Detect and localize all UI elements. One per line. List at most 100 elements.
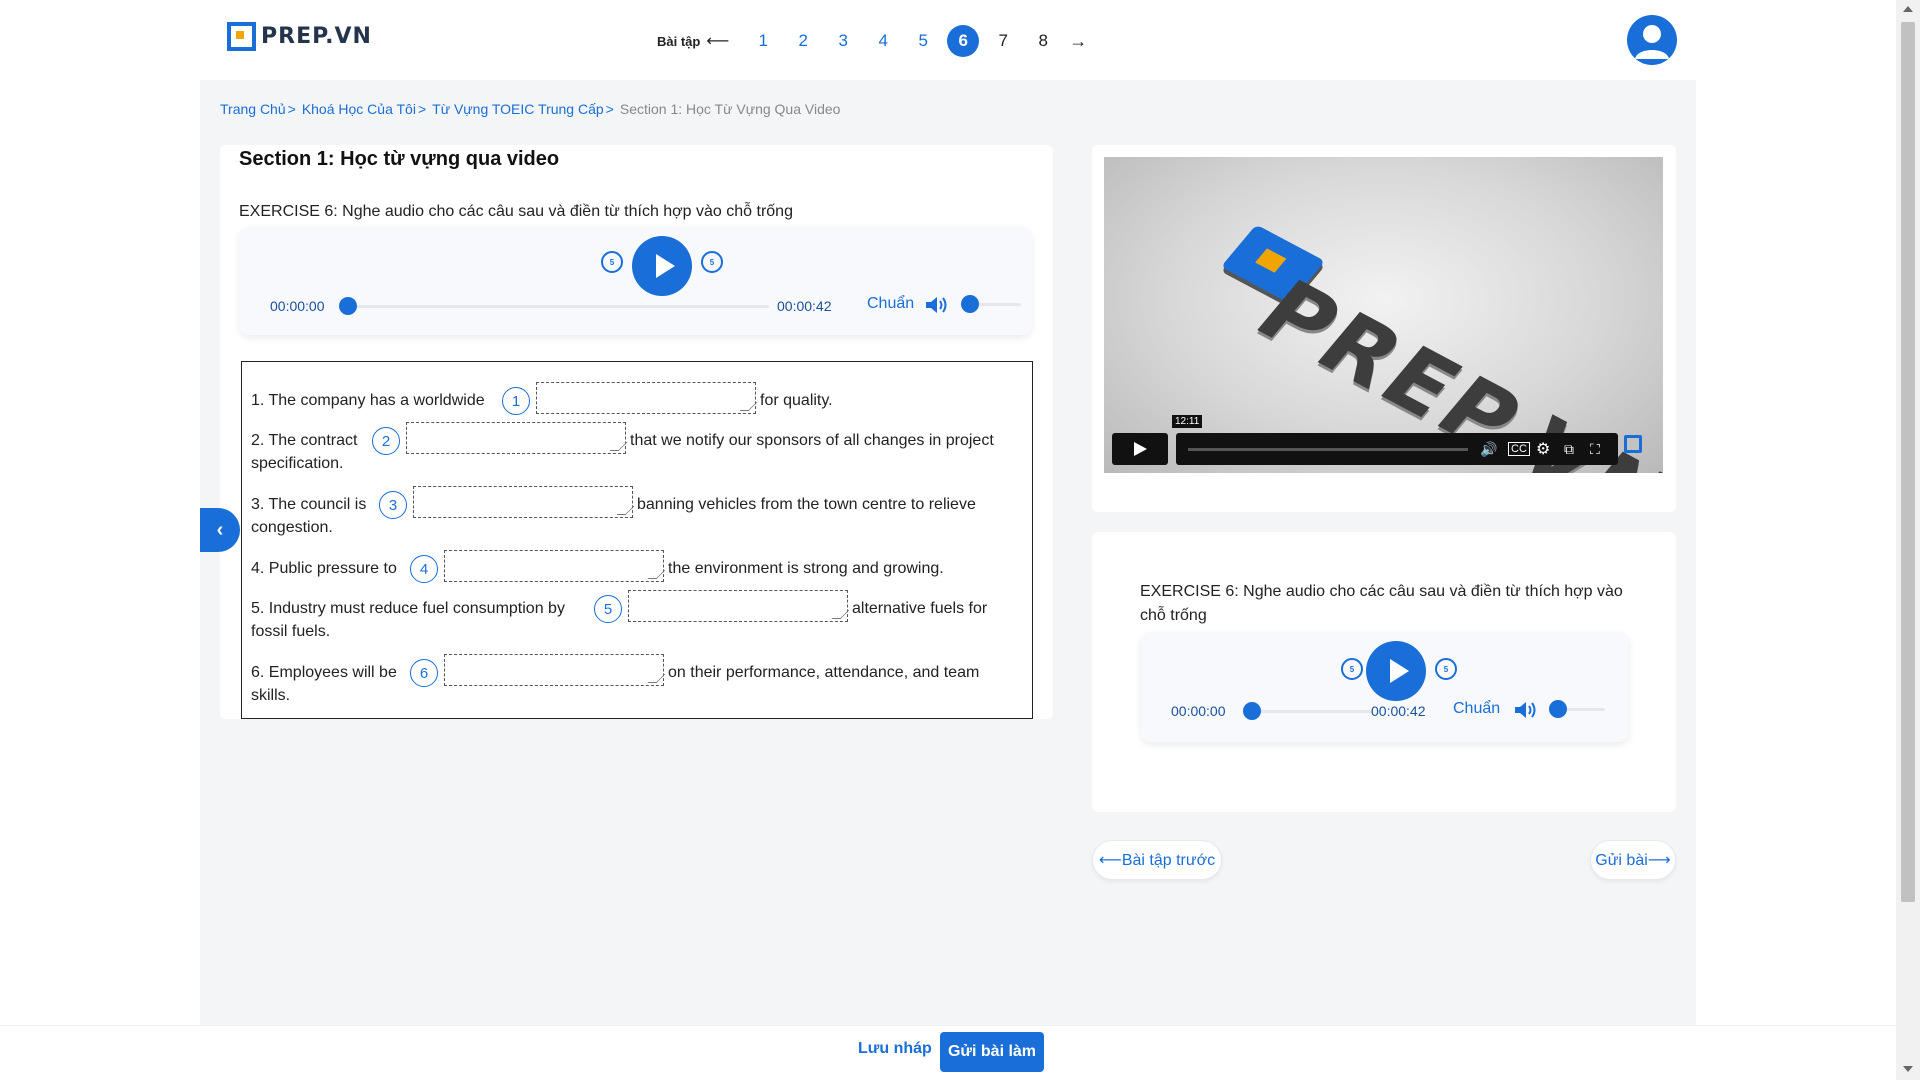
forward-5-icon[interactable]: 5 (701, 251, 723, 273)
audio-player: 5 5 00:00:00 00:00:42 Chuẩn (239, 227, 1032, 335)
breadcrumb-separator: > (287, 101, 296, 117)
right-audio-current-time: 00:00:00 (1171, 703, 1226, 719)
volume-thumb[interactable] (961, 295, 979, 313)
exercise-number-4[interactable]: 4 (867, 25, 899, 57)
right-exercise-card: EXERCISE 6: Nghe audio cho các câu sau v… (1092, 532, 1676, 812)
answer-input-4[interactable] (444, 550, 664, 582)
exercise-prev-arrow-icon[interactable]: ⟵ (706, 31, 729, 51)
audio-progress-thumb[interactable] (339, 297, 357, 315)
video-timestamp: 12:11 (1172, 415, 1203, 428)
audio-current-time: 00:00:00 (270, 298, 325, 314)
question-5-number: 5 (594, 595, 622, 623)
question-5-after: alternative fuels for (852, 600, 988, 617)
exercise-number-1[interactable]: 1 (747, 25, 779, 57)
playback-speed[interactable]: Chuẩn (867, 295, 914, 313)
right-volume-thumb[interactable] (1549, 700, 1567, 718)
breadcrumb-my-courses[interactable]: Khoá Học Của Tôi (302, 101, 416, 117)
question-4-after: the environment is strong and growing. (668, 560, 944, 577)
question-1-text: 1. The company has a worldwide (251, 392, 485, 409)
user-avatar[interactable] (1627, 15, 1677, 65)
question-2-continuation: specification. (251, 455, 344, 472)
save-draft-button[interactable]: Lưu nháp (858, 1040, 932, 1058)
video-watermark-icon (1624, 435, 1642, 453)
right-audio-progress-thumb[interactable] (1243, 702, 1261, 720)
scroll-down-icon[interactable] (1903, 1066, 1913, 1072)
right-exercise-instruction: EXERCISE 6: Nghe audio cho các câu sau v… (1140, 583, 1623, 624)
audio-progress-track[interactable] (339, 297, 769, 315)
scroll-up-icon[interactable] (1903, 6, 1913, 12)
rewind-5-icon[interactable]: 5 (601, 251, 623, 273)
video-volume-icon[interactable]: 🔊 (1480, 441, 1497, 458)
right-playback-speed[interactable]: Chuẩn (1453, 700, 1500, 718)
breadcrumb-current: Section 1: Học Từ Vựng Qua Video (619, 101, 841, 117)
user-icon (1635, 25, 1669, 59)
exercise-number-2[interactable]: 2 (787, 25, 819, 57)
scroll-thumb[interactable] (1901, 22, 1915, 902)
question-3-after: banning vehicles from the town centre to… (637, 496, 976, 513)
exercise-number-7[interactable]: 7 (987, 25, 1019, 57)
question-3-number: 3 (379, 491, 407, 519)
video-player[interactable]: PREP.VN 12:11 🔊 CC ⚙ ⧉ ⛶ (1104, 157, 1663, 473)
question-5-text: 5. Industry must reduce fuel consumption… (251, 600, 565, 617)
submit-exercise-button[interactable]: Gửi bài⟶ (1590, 840, 1676, 880)
question-1-number: 1 (502, 387, 530, 415)
question-2-after: that we notify our sponsors of all chang… (630, 432, 994, 449)
exercise-next-arrow-icon[interactable]: → (1069, 31, 1087, 52)
audio-play-button[interactable] (632, 236, 692, 296)
right-audio-progress-track[interactable] (1243, 702, 1373, 720)
question-6-text: 6. Employees will be (251, 664, 397, 681)
answer-input-5[interactable] (628, 590, 848, 622)
exercise-number-5[interactable]: 5 (907, 25, 939, 57)
exercise-number-8[interactable]: 8 (1027, 25, 1059, 57)
question-3-text: 3. The council is (251, 496, 367, 513)
fullscreen-icon[interactable]: ⛶ (1590, 441, 1600, 458)
volume-icon[interactable] (924, 295, 948, 315)
answer-input-1[interactable] (536, 382, 756, 414)
right-volume-slider[interactable] (1549, 700, 1605, 718)
breadcrumb-separator: > (605, 101, 614, 117)
settings-icon[interactable]: ⚙ (1536, 439, 1550, 459)
previous-exercise-button[interactable]: ⟵Bài tập trước (1092, 840, 1222, 880)
right-audio-duration: 00:00:42 (1371, 703, 1426, 719)
breadcrumb-home[interactable]: Trang Chủ (220, 101, 286, 117)
section-title: Section 1: Học từ vựng qua video (239, 148, 560, 170)
breadcrumb-course[interactable]: Từ Vựng TOEIC Trung Cấp (432, 101, 604, 117)
prep-logo-icon (227, 22, 256, 51)
rewind-5-icon[interactable]: 5 (1341, 658, 1363, 680)
answer-input-2[interactable] (406, 422, 626, 454)
answer-input-6[interactable] (444, 654, 664, 686)
right-audio-player: 5 5 00:00:00 00:00:42 Chuẩn (1141, 632, 1629, 742)
question-1-after: for quality. (760, 392, 833, 409)
exercise-number-6[interactable]: 6 (947, 25, 980, 57)
brand-logo[interactable]: PREP.VN (227, 22, 372, 51)
question-5-continuation: fossil fuels. (251, 623, 331, 640)
top-header: PREP.VN Bài tập ⟵ 1 2 3 4 5 6 7 8 → (200, 0, 1696, 80)
right-audio-play-button[interactable] (1366, 641, 1426, 701)
answer-input-3[interactable] (413, 486, 633, 518)
chevron-left-icon: ‹ (216, 518, 224, 541)
volume-slider[interactable] (961, 295, 1021, 313)
forward-5-icon[interactable]: 5 (1435, 658, 1457, 680)
video-progress-bar[interactable] (1188, 448, 1468, 451)
video-card: PREP.VN 12:11 🔊 CC ⚙ ⧉ ⛶ (1092, 145, 1676, 512)
questions-box: 1. The company has a worldwide 1 for qua… (241, 361, 1033, 719)
question-2-number: 2 (372, 427, 400, 455)
question-4-number: 4 (410, 555, 438, 583)
captions-icon[interactable]: CC (1508, 442, 1530, 456)
volume-icon[interactable] (1513, 700, 1537, 720)
exercise-nav-label: Bài tập (657, 33, 701, 49)
exercise-number-3[interactable]: 3 (827, 25, 859, 57)
video-play-button[interactable] (1112, 433, 1168, 465)
question-6-after: on their performance, attendance, and te… (668, 664, 980, 681)
page-scrollbar[interactable] (1896, 0, 1920, 1080)
video-control-bar: 🔊 CC ⚙ ⧉ ⛶ (1176, 433, 1618, 465)
exercise-card: Section 1: Học từ vựng qua video EXERCIS… (220, 145, 1053, 719)
question-3-continuation: congestion. (251, 519, 333, 536)
breadcrumb-separator: > (417, 101, 427, 117)
brand-name: PREP.VN (261, 24, 372, 49)
submit-all-button[interactable]: Gửi bài làm (940, 1032, 1044, 1072)
question-6-continuation: skills. (251, 687, 291, 704)
question-2-text: 2. The contract (251, 432, 358, 449)
miniplayer-icon[interactable]: ⧉ (1564, 441, 1574, 458)
exercise-navigation: Bài tập ⟵ 1 2 3 4 5 6 7 8 → (657, 24, 1087, 58)
